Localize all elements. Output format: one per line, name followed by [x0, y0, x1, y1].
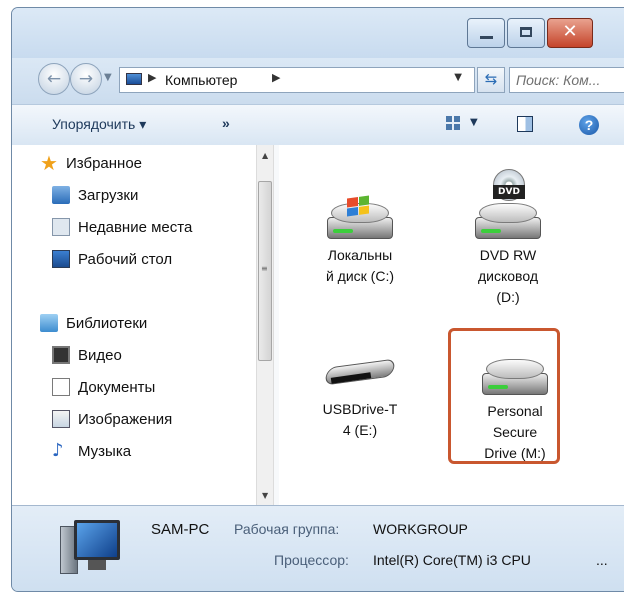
- nav-item-label: Избранное: [66, 154, 143, 172]
- nav-item-documents[interactable]: Документы: [52, 375, 155, 399]
- pictures-icon: [52, 410, 70, 428]
- address-dropdown-icon[interactable]: ▼: [454, 72, 462, 83]
- nav-libraries[interactable]: Библиотеки: [40, 311, 147, 335]
- drive-highlight-box: [448, 328, 560, 464]
- breadcrumb-computer[interactable]: Компьютер: [165, 72, 237, 88]
- desktop-icon: [52, 250, 70, 268]
- forward-arrow-icon: →: [78, 69, 94, 89]
- view-dropdown-icon[interactable]: ▼: [470, 117, 478, 128]
- computer-icon: [126, 73, 142, 85]
- address-row: ← → ▼ ▶ Компьютер ▶ ▼ ⇆: [12, 58, 624, 104]
- address-bar[interactable]: ▶ Компьютер ▶ ▼: [119, 67, 475, 93]
- maximize-icon: [520, 27, 532, 37]
- usb-drive-icon: [323, 353, 397, 393]
- command-bar: Упорядочить ▾ » ▼ ?: [12, 104, 624, 146]
- workgroup-value: WORKGROUP: [373, 521, 468, 537]
- nav-item-label: Библиотеки: [66, 314, 148, 332]
- scroll-up-icon[interactable]: ▲: [262, 151, 268, 160]
- local-disk-icon: [327, 195, 393, 239]
- nav-item-label: Изображения: [78, 410, 173, 428]
- pane-divider[interactable]: [274, 145, 279, 505]
- navigation-pane: ★ Избранное Загрузки Недавние места Рабо…: [12, 145, 252, 505]
- computer-icon: [60, 520, 124, 576]
- change-view-icon[interactable]: [446, 116, 460, 130]
- search-input[interactable]: [510, 68, 624, 92]
- nav-scrollbar[interactable]: ▲ ≡ ▼: [256, 145, 274, 505]
- nav-item-downloads[interactable]: Загрузки: [52, 183, 138, 207]
- nav-item-label: Загрузки: [78, 186, 139, 204]
- dvd-drive-icon: DVD: [475, 169, 541, 239]
- scrollbar-grip-icon: ≡: [261, 264, 268, 273]
- nav-item-label: Рабочий стол: [78, 250, 173, 268]
- nav-item-music[interactable]: ♪ Музыка: [52, 439, 131, 463]
- nav-item-label: Видео: [78, 346, 122, 364]
- minimize-button[interactable]: [467, 18, 505, 48]
- cpu-label: Процессор:: [274, 552, 349, 568]
- close-button[interactable]: ✕: [547, 18, 593, 48]
- refresh-button[interactable]: ⇆: [477, 67, 505, 93]
- breadcrumb-separator-icon[interactable]: ▶: [148, 71, 156, 84]
- drive-c[interactable]: Локальны й диск (C:): [300, 195, 420, 287]
- nav-item-video[interactable]: Видео: [52, 343, 122, 367]
- video-icon: [52, 346, 70, 364]
- details-ellipsis: ...: [596, 552, 608, 568]
- maximize-button[interactable]: [507, 18, 545, 48]
- cpu-value: Intel(R) Core(TM) i3 CPU: [373, 552, 531, 568]
- forward-button[interactable]: →: [70, 63, 102, 95]
- computer-name: SAM-PC: [151, 521, 210, 538]
- details-pane: SAM-PC Рабочая группа: WORKGROUP Процесс…: [12, 505, 624, 591]
- recent-places-icon: [52, 218, 70, 236]
- refresh-icon: ⇆: [484, 70, 498, 88]
- nav-item-label: Музыка: [78, 442, 132, 460]
- documents-icon: [52, 378, 70, 396]
- drive-label: DVD RW дисковод (D:): [478, 247, 538, 305]
- close-icon: ✕: [562, 21, 578, 42]
- workgroup-label: Рабочая группа:: [234, 521, 340, 537]
- scroll-down-icon[interactable]: ▼: [262, 491, 268, 500]
- nav-item-label: Недавние места: [78, 218, 193, 236]
- nav-item-pictures[interactable]: Изображения: [52, 407, 172, 431]
- nav-item-recent-places[interactable]: Недавние места: [52, 215, 192, 239]
- back-button[interactable]: ←: [38, 63, 70, 95]
- nav-favorites[interactable]: ★ Избранное: [40, 151, 142, 175]
- downloads-icon: [52, 186, 70, 204]
- libraries-icon: [40, 314, 58, 332]
- explorer-window: ✕ ← → ▼ ▶ Компьютер ▶ ▼ ⇆ Упорядочить ▾ …: [11, 7, 624, 592]
- recent-pages-dropdown[interactable]: ▼: [104, 72, 112, 83]
- back-arrow-icon: ←: [46, 69, 62, 89]
- drive-e[interactable]: USBDrive-T 4 (E:): [300, 353, 420, 441]
- preview-pane-icon[interactable]: [517, 116, 533, 132]
- favorites-star-icon: ★: [40, 151, 58, 175]
- drive-label: USBDrive-T 4 (E:): [322, 401, 398, 438]
- search-box[interactable]: [509, 67, 624, 93]
- help-icon[interactable]: ?: [579, 115, 599, 135]
- nav-item-desktop[interactable]: Рабочий стол: [52, 247, 172, 271]
- organize-button[interactable]: Упорядочить ▾: [52, 116, 146, 133]
- title-bar[interactable]: ✕: [12, 8, 624, 58]
- music-icon: ♪: [52, 440, 64, 461]
- minimize-icon: [480, 36, 493, 39]
- drive-d[interactable]: DVD DVD RW дисковод (D:): [448, 169, 568, 308]
- nav-item-label: Документы: [78, 378, 156, 396]
- dvd-badge: DVD: [493, 185, 525, 199]
- drive-label: Локальны й диск (C:): [325, 247, 395, 284]
- more-commands-button[interactable]: »: [222, 115, 230, 131]
- breadcrumb-separator-icon[interactable]: ▶: [272, 71, 280, 84]
